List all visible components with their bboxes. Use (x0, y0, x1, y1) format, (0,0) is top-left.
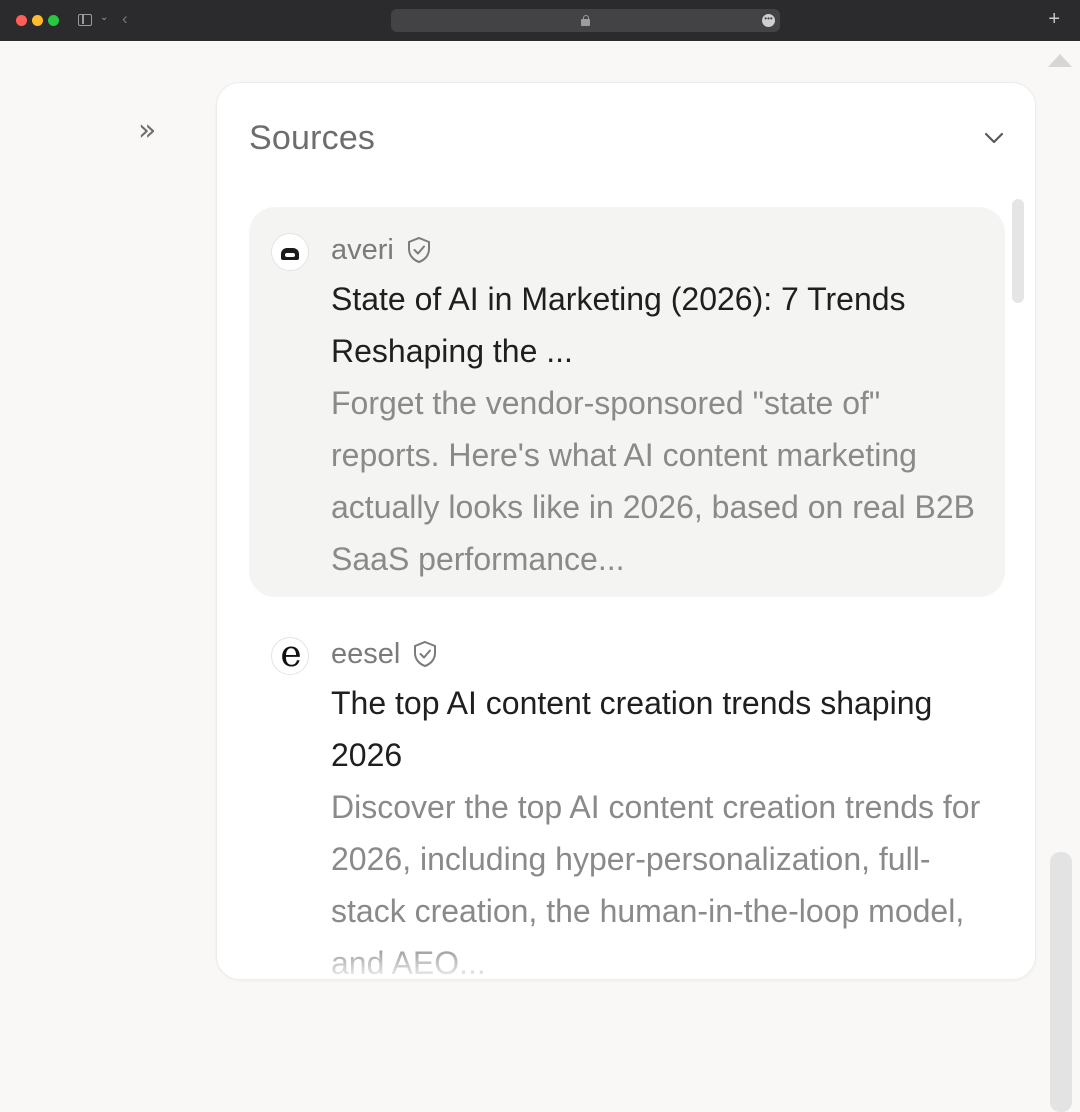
back-icon[interactable]: ‹ (122, 9, 128, 29)
source-site-name: eesel (331, 637, 401, 670)
eesel-logo-icon: e (271, 636, 309, 675)
averi-logo-icon (271, 233, 309, 271)
source-item[interactable]: e eesel The top AI content creation tren… (249, 611, 1005, 979)
source-item[interactable]: averi State of AI in Marketing (2026): 7… (249, 207, 1005, 597)
page-scrollbar-thumb[interactable] (1050, 852, 1072, 1112)
chevron-down-icon[interactable] (983, 127, 1005, 149)
sidebar-toggle-icon[interactable] (78, 14, 92, 26)
verified-shield-icon (414, 640, 437, 668)
close-window-button[interactable] (16, 15, 27, 26)
scroll-up-arrow[interactable] (1048, 54, 1072, 67)
new-tab-icon[interactable]: + (1048, 8, 1060, 30)
sources-panel: Sources averi State of AI in Marketing (… (216, 82, 1036, 980)
source-description: Discover the top AI content creation tre… (331, 789, 981, 980)
sources-title: Sources (249, 119, 376, 157)
lock-icon (581, 15, 590, 26)
browser-titlebar: ⌄ ‹ ••• + (0, 0, 1080, 41)
source-title[interactable]: The top AI content creation trends shapi… (331, 677, 991, 781)
sources-scrollbar-thumb[interactable] (1012, 199, 1024, 303)
maximize-window-button[interactable] (48, 15, 59, 26)
more-icon[interactable]: ••• (762, 14, 775, 27)
chevron-down-icon[interactable]: ⌄ (100, 12, 108, 23)
source-title[interactable]: State of AI in Marketing (2026): 7 Trend… (331, 273, 991, 377)
expand-sidebar-icon[interactable]: » (138, 116, 156, 146)
source-site-name: averi (331, 233, 394, 266)
source-description: Forget the vendor-sponsored "state of" r… (331, 385, 975, 577)
address-bar[interactable]: ••• (391, 9, 780, 32)
verified-shield-icon (407, 236, 430, 264)
minimize-window-button[interactable] (32, 15, 43, 26)
